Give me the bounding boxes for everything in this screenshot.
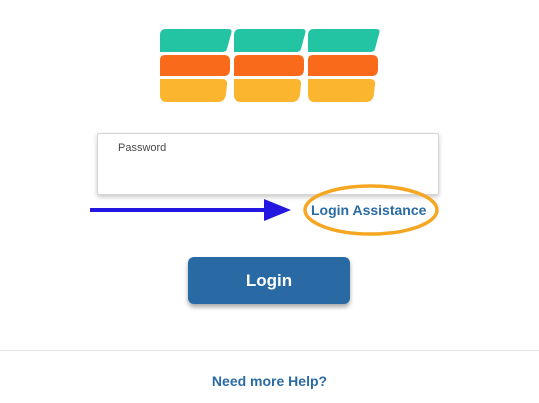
login-button[interactable]: Login	[188, 257, 350, 304]
login-assistance-link[interactable]: Login Assistance	[311, 202, 426, 218]
password-field[interactable]: Password	[97, 133, 439, 195]
footer-divider	[0, 350, 539, 351]
password-input[interactable]	[116, 160, 416, 186]
ess-logo-icon	[160, 29, 380, 103]
password-label: Password	[118, 142, 167, 154]
login-page: Password Login Assistance Login Need mor…	[0, 0, 539, 403]
need-more-help-link[interactable]: Need more Help?	[0, 373, 539, 389]
annotation-arrow-head	[264, 199, 291, 221]
